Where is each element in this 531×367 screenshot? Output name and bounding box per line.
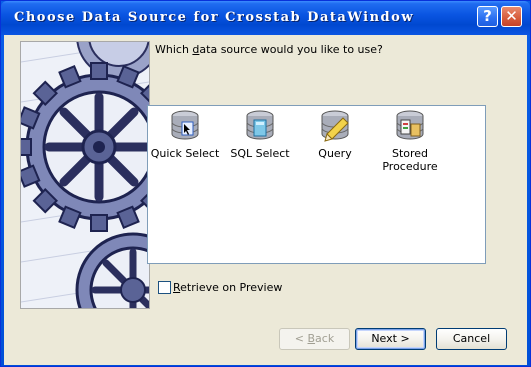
help-button[interactable]: ? [477,6,498,27]
dialog-client-area: Which data source would you like to use?… [4,35,527,365]
back-button[interactable]: < Back [279,328,350,350]
data-source-list[interactable]: Quick Select SQL Select Query Stored Pro… [147,105,486,264]
retrieve-label-end: etrieve on Preview [180,281,283,294]
source-label: Query [318,147,352,160]
retrieve-on-preview-checkbox[interactable] [158,281,171,294]
source-quick-select[interactable]: Quick Select [148,108,222,160]
source-label: SQL Select [230,147,290,160]
window-title: Choose Data Source for Crosstab DataWind… [14,10,415,25]
source-sql-select[interactable]: SQL Select [223,108,297,160]
next-button[interactable]: Next > [355,328,426,350]
back-label-end: ack [315,332,335,345]
data-source-question: Which data source would you like to use? [155,43,383,56]
question-text-end: ata source would you like to use? [199,43,383,56]
database-cursor-icon [171,110,199,140]
source-query[interactable]: Query [298,108,372,160]
database-pencil-icon [321,110,349,142]
database-sql-icon [246,110,274,140]
source-label: Stored Procedure [382,147,438,173]
back-label-start: < [294,332,308,345]
dialog-window: Choose Data Source for Crosstab DataWind… [0,0,531,367]
cancel-button[interactable]: Cancel [436,328,507,350]
title-bar[interactable]: Choose Data Source for Crosstab DataWind… [1,1,530,35]
gear-illustration [20,41,150,309]
source-label: Quick Select [150,147,220,160]
source-stored-procedure[interactable]: Stored Procedure [373,108,447,173]
question-text-start: Which [155,43,193,56]
close-button[interactable]: ✕ [501,6,522,27]
retrieve-on-preview-option[interactable]: Retrieve on Preview [158,281,282,294]
database-procedure-icon [396,110,424,140]
back-accelerator: B [307,332,316,345]
